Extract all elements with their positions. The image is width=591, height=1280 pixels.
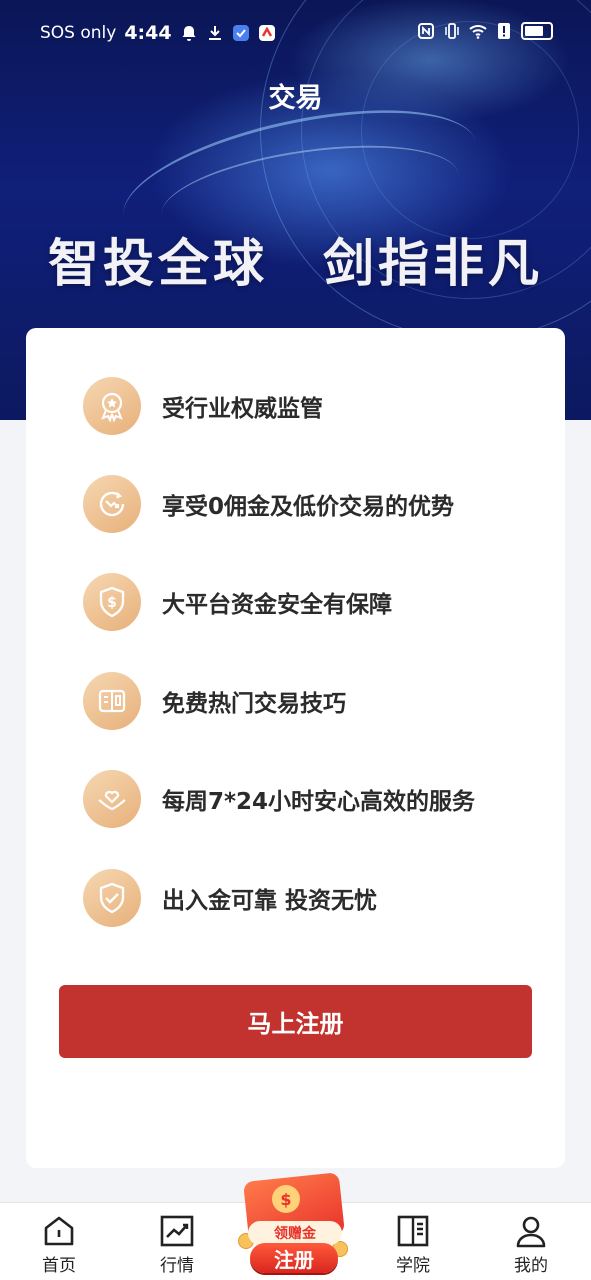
- battery-icon: [521, 22, 553, 40]
- chart-icon: [160, 1215, 194, 1247]
- nfc-icon: [418, 23, 434, 39]
- svg-text:$: $: [107, 595, 117, 611]
- feature-label: 每周7*24小时安心高效的服务: [162, 789, 476, 815]
- nav-item-market[interactable]: 行情: [137, 1203, 217, 1280]
- promo-ribbon: 领赠金: [248, 1221, 342, 1245]
- feature-label: 免费热门交易技巧: [162, 691, 346, 717]
- promo-register-button[interactable]: 注册: [250, 1243, 338, 1273]
- feature-item: 免费热门交易技巧: [83, 672, 346, 730]
- nav-label: 我的: [514, 1256, 548, 1276]
- coin-icon: $: [272, 1185, 300, 1213]
- nav-item-home[interactable]: 首页: [19, 1203, 99, 1280]
- nav-label: 首页: [42, 1256, 76, 1276]
- dollar-shield-icon: $: [83, 573, 141, 631]
- book-tips-icon: [83, 672, 141, 730]
- feature-label: 享受0佣金及低价交易的优势: [162, 494, 455, 520]
- carrier-label: SOS only: [40, 23, 117, 43]
- feature-item: 享受0佣金及低价交易的优势: [83, 475, 454, 533]
- bottom-nav: 首页 行情 $ 领赠金 注册 学院 我的: [0, 1172, 591, 1280]
- feature-label: 受行业权威监管: [162, 396, 323, 422]
- clock: 4:44: [124, 22, 172, 44]
- check-shield-icon: [83, 869, 141, 927]
- hero-slogan: 智投全球 剑指非凡: [47, 235, 543, 294]
- feature-label: 出入金可靠 投资无忧: [162, 888, 378, 914]
- nav-label: 学院: [396, 1256, 430, 1276]
- wifi-icon: [469, 25, 487, 39]
- discount-icon: [83, 475, 141, 533]
- nav-label: 行情: [160, 1256, 194, 1276]
- alert-icon: [498, 23, 510, 39]
- status-bar: SOS only 4:44: [0, 0, 591, 66]
- bell-icon: [182, 26, 196, 41]
- book-icon: [397, 1215, 429, 1247]
- promo-register-badge[interactable]: $ 领赠金 注册: [236, 1171, 356, 1280]
- nav-item-me[interactable]: 我的: [491, 1203, 571, 1280]
- download-icon: [208, 26, 221, 40]
- feature-item: 受行业权威监管: [83, 377, 323, 435]
- nav-item-academy[interactable]: 学院: [373, 1203, 453, 1280]
- heart-hands-icon: [83, 770, 141, 828]
- award-medal-icon: [83, 377, 141, 435]
- app-notification-icon: [258, 25, 275, 41]
- user-icon: [516, 1216, 546, 1248]
- home-icon: [44, 1216, 74, 1246]
- app-notification-icon: [232, 25, 249, 41]
- page-title: 交易: [268, 83, 323, 114]
- feature-card: 受行业权威监管 享受0佣金及低价交易的优势 $ 大平台资金安全有保障 免费热门交…: [26, 328, 565, 1168]
- feature-item: $ 大平台资金安全有保障: [83, 573, 392, 631]
- vibrate-icon: [445, 23, 459, 39]
- feature-label: 大平台资金安全有保障: [162, 592, 392, 618]
- feature-item: 出入金可靠 投资无忧: [83, 869, 377, 927]
- feature-item: 每周7*24小时安心高效的服务: [83, 770, 475, 828]
- register-button[interactable]: 马上注册: [59, 985, 532, 1058]
